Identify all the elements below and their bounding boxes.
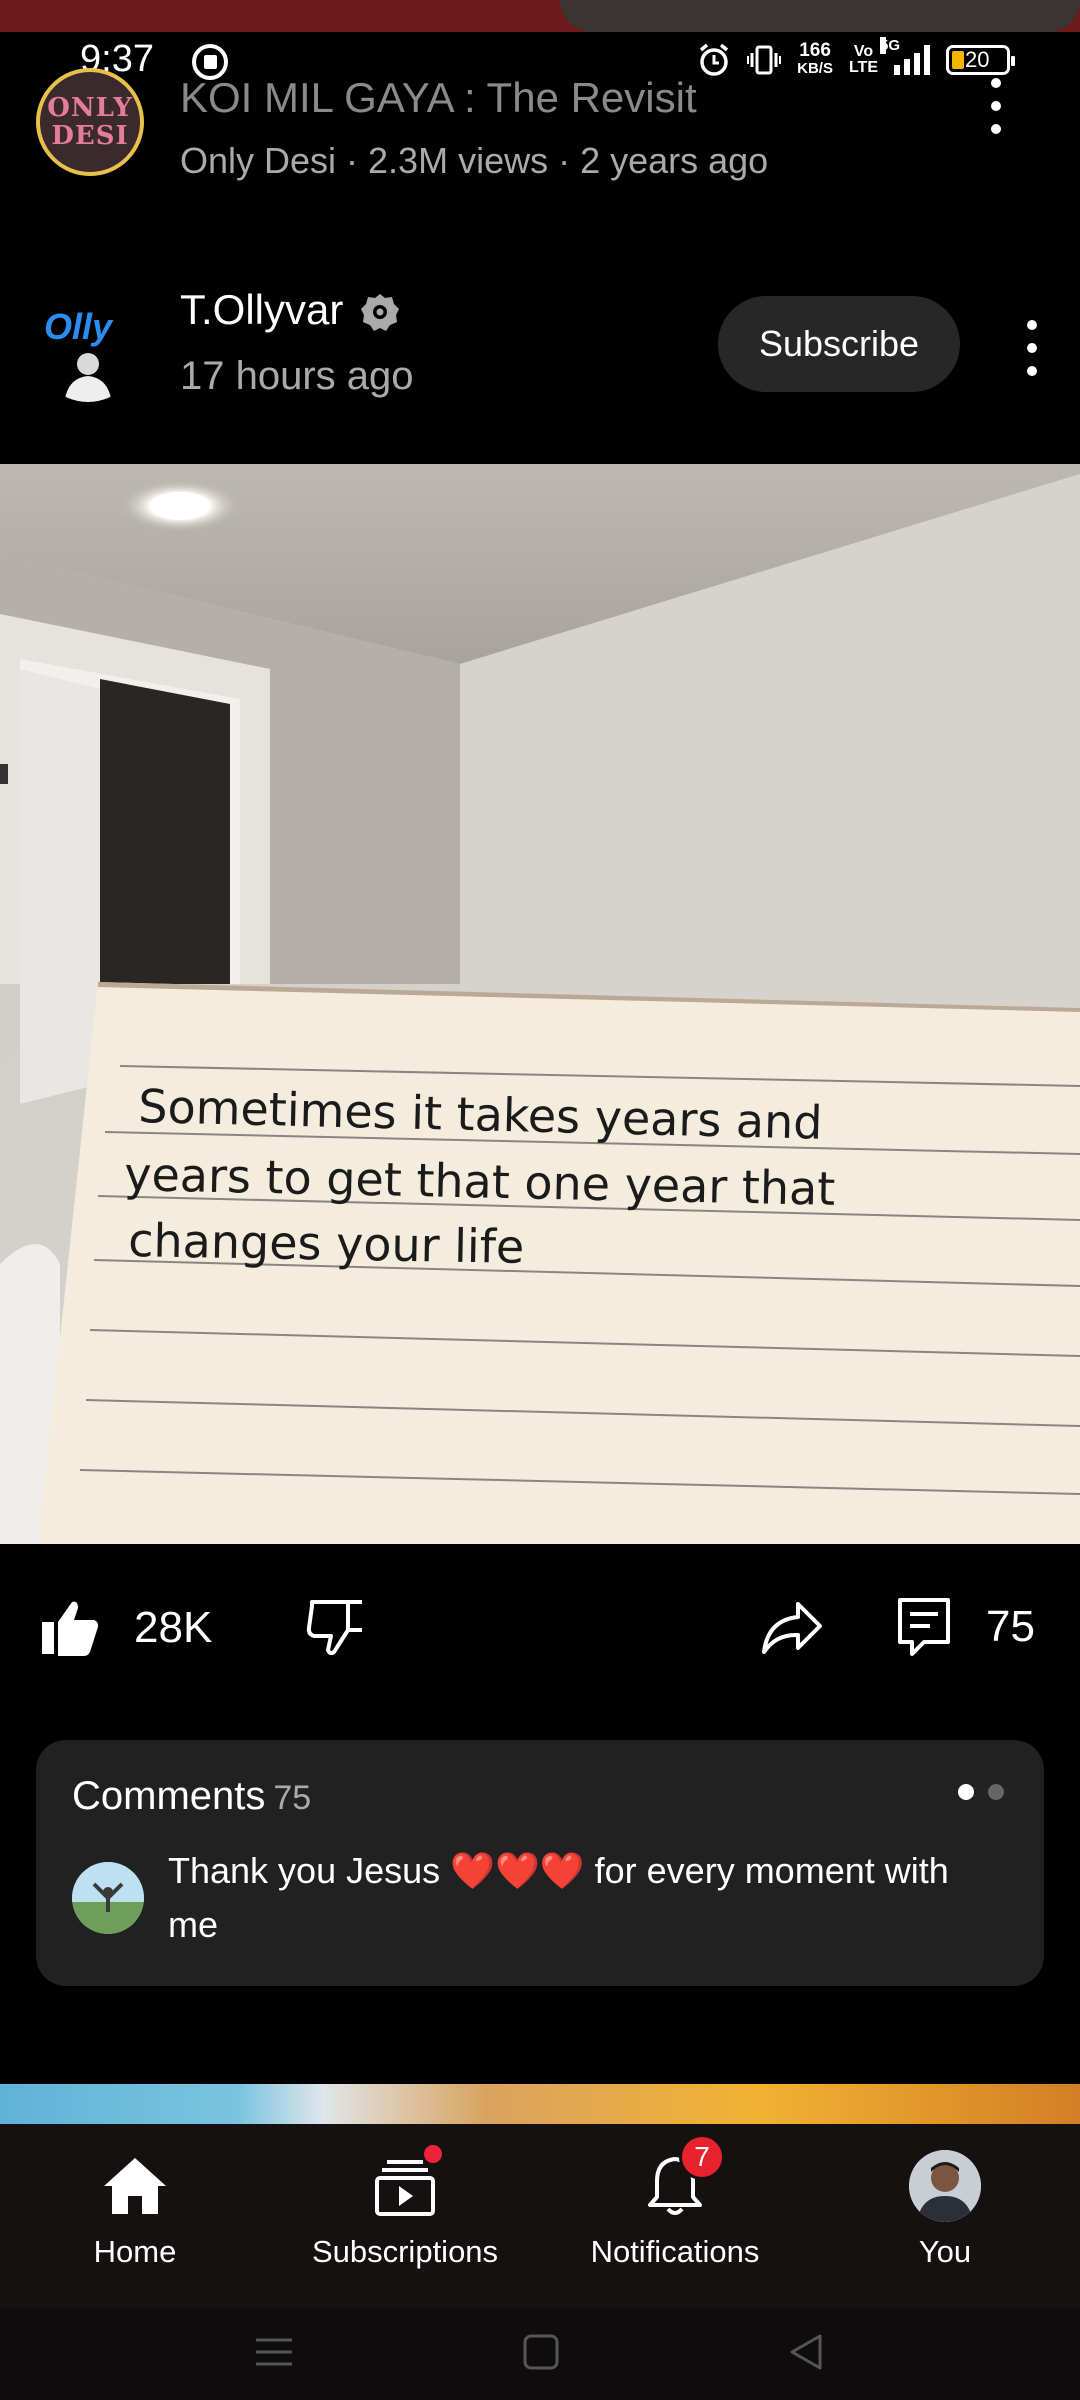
comment-count: 75 — [986, 1602, 1035, 1651]
subscribe-button[interactable]: Subscribe — [718, 296, 960, 392]
previous-video-title[interactable]: KOI MIL GAYA : The Revisit — [180, 74, 697, 122]
comments-card[interactable]: Comments 75 Thank you Jesus ❤️❤️❤️ for ev… — [36, 1740, 1044, 1986]
bottom-nav: Home Subscriptions 7 Notifications You — [0, 2124, 1080, 2308]
comment-icon — [898, 1598, 950, 1656]
nav-subscriptions[interactable]: Subscriptions — [270, 2124, 540, 2308]
dislike-button[interactable] — [306, 1598, 366, 1658]
comments-page-indicator — [958, 1784, 1004, 1800]
home-icon — [104, 2158, 166, 2214]
system-nav-bar — [0, 2308, 1080, 2400]
post-actions: 28K 75 — [0, 1580, 1080, 1690]
like-count: 28K — [134, 1603, 213, 1652]
subscriptions-new-dot — [421, 2142, 445, 2166]
nav-you-label: You — [918, 2234, 972, 2269]
channel-avatar-only-desi[interactable]: ONLY DESI — [36, 68, 144, 176]
previous-video-meta: Only Desi · 2.3M views · 2 years ago — [180, 140, 769, 181]
more-options-icon[interactable] — [990, 78, 1002, 134]
share-button[interactable] — [760, 1598, 824, 1658]
comments-header: Comments 75 — [72, 1774, 311, 1819]
recent-apps-icon[interactable] — [254, 2332, 294, 2372]
top-comment-text: Thank you Jesus ❤️❤️❤️ for every moment … — [168, 1844, 1008, 1952]
top-comment-before: Thank you Jesus — [168, 1850, 451, 1891]
avatar-text-line1: ONLY — [47, 93, 133, 123]
notifications-badge: 7 — [679, 2134, 725, 2180]
previous-content-strip — [0, 0, 1080, 32]
nav-subscriptions-label: Subscriptions — [311, 2234, 499, 2269]
nav-home[interactable]: Home — [0, 2124, 270, 2308]
nav-notifications-label: Notifications — [590, 2234, 760, 2269]
comments-count: 75 — [273, 1779, 312, 1817]
verified-icon — [361, 294, 399, 331]
channel-name[interactable]: T.Ollyvar — [180, 286, 343, 334]
commenter-avatar-image — [72, 1862, 144, 1934]
volte-top: Vo — [853, 43, 874, 60]
network-type: 5G — [880, 37, 901, 54]
previous-video-row[interactable]: ONLY DESI KOI MIL GAYA : The Revisit Onl… — [0, 68, 1080, 188]
heart-icons: ❤️❤️❤️ — [450, 1850, 585, 1891]
post-image[interactable]: Sometimes it takes years and years to ge… — [0, 464, 1080, 1544]
commenter-avatar[interactable] — [72, 1862, 144, 1934]
you-avatar — [909, 2150, 981, 2222]
post-time: 17 hours ago — [180, 354, 414, 398]
next-post-thumbnail-strip — [0, 2084, 1080, 2124]
share-icon — [762, 1602, 822, 1654]
room-photo: Sometimes it takes years and years to ge… — [0, 464, 1080, 1544]
like-button[interactable]: 28K — [40, 1598, 212, 1658]
note-line-3: changes your life — [128, 1213, 525, 1274]
nav-you[interactable]: You — [810, 2124, 1080, 2308]
person-figure — [64, 353, 112, 402]
like-icon — [42, 1601, 98, 1656]
post-more-options-icon[interactable] — [1026, 320, 1038, 376]
post-header: Olly T.Ollyvar 17 hours ago Subscribe — [0, 268, 1080, 418]
dislike-icon — [306, 1600, 362, 1656]
nav-home-label: Home — [93, 2234, 177, 2269]
avatar-text-line2: DESI — [51, 121, 129, 151]
channel-logo-text: Olly — [44, 306, 113, 347]
back-icon[interactable] — [786, 2332, 826, 2372]
home-system-icon[interactable] — [522, 2332, 560, 2372]
speed-value: 166 — [799, 40, 831, 61]
comments-title: Comments — [72, 1774, 266, 1818]
channel-avatar[interactable]: Olly — [36, 298, 140, 402]
nav-notifications[interactable]: 7 Notifications — [540, 2124, 810, 2308]
you-avatar-image — [909, 2150, 981, 2222]
comments-button[interactable]: 75 — [896, 1596, 1035, 1658]
